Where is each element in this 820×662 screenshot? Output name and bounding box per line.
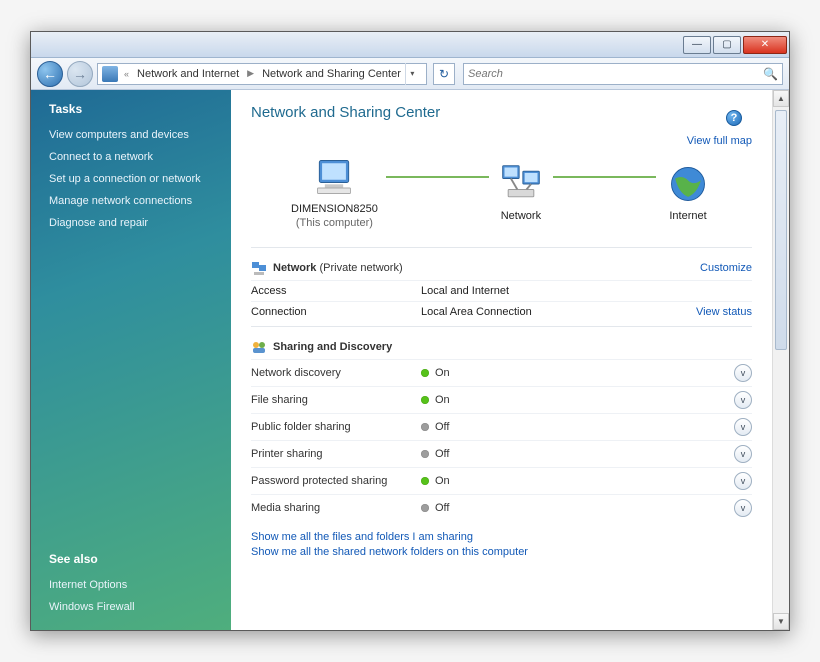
sharing-row-label: Password protected sharing [251, 475, 421, 487]
node-internet-label: Internet [669, 210, 706, 222]
globe-icon [664, 160, 712, 208]
sharing-row-state: Off [421, 421, 449, 433]
sharing-row-state: Off [421, 502, 449, 514]
breadcrumb[interactable]: « Network and Internet ▶ Network and Sha… [97, 63, 427, 85]
sidebar-heading-seealso: See also [49, 552, 231, 566]
view-full-map-link[interactable]: View full map [687, 135, 752, 147]
node-network[interactable]: Network [497, 160, 545, 222]
seealso-windows-firewall[interactable]: Windows Firewall [49, 601, 231, 613]
node-this-computer[interactable]: DIMENSION8250 (This computer) [291, 153, 378, 229]
status-dot-icon [421, 369, 429, 377]
sharing-row-label: File sharing [251, 394, 421, 406]
breadcrumb-dropdown[interactable]: ▾ [405, 63, 419, 85]
sharing-discovery-heading: Sharing and Discovery [273, 341, 392, 353]
scroll-up-button[interactable]: ▲ [773, 90, 789, 107]
sharing-row-state: Off [421, 448, 449, 460]
network-type: (Private network) [319, 262, 402, 274]
view-status-link[interactable]: View status [696, 306, 752, 318]
content: ▲ ▼ ? Network and Sharing Center View fu… [231, 90, 789, 630]
scroll-thumb[interactable] [775, 110, 787, 350]
connection-label: Connection [251, 306, 421, 318]
breadcrumb-sharing-center[interactable]: Network and Sharing Center [258, 66, 405, 82]
task-connect-network[interactable]: Connect to a network [49, 151, 231, 163]
sharing-row: Network discoveryOn v [251, 359, 752, 386]
expand-button[interactable]: v [734, 499, 752, 517]
status-dot-icon [421, 396, 429, 404]
page-title: Network and Sharing Center [251, 104, 752, 121]
chevron-right-icon: « [120, 69, 133, 79]
status-dot-icon [421, 504, 429, 512]
refresh-button[interactable]: ↻ [433, 63, 455, 85]
expand-button[interactable]: v [734, 418, 752, 436]
sharing-row-label: Media sharing [251, 502, 421, 514]
search-icon: 🔍 [763, 67, 778, 81]
sharing-row-state: On [421, 475, 450, 487]
minimize-button[interactable]: — [683, 36, 711, 54]
maximize-button[interactable]: ▢ [713, 36, 741, 54]
close-button[interactable]: ✕ [743, 36, 787, 54]
task-setup-connection[interactable]: Set up a connection or network [49, 173, 231, 185]
task-manage-connections[interactable]: Manage network connections [49, 195, 231, 207]
task-diagnose-repair[interactable]: Diagnose and repair [49, 217, 231, 229]
sharing-row-label: Printer sharing [251, 448, 421, 460]
seealso-internet-options[interactable]: Internet Options [49, 579, 231, 591]
node-pc-label: DIMENSION8250 [291, 203, 378, 215]
sharing-row: Printer sharingOff v [251, 440, 752, 467]
network-name: Network [273, 262, 316, 274]
map-link-line [553, 176, 656, 178]
back-button[interactable]: ← [37, 61, 63, 87]
sharing-row: Media sharingOff v [251, 494, 752, 521]
section-sharing-discovery: Sharing and Discovery Network discoveryO… [251, 326, 752, 521]
status-dot-icon [421, 450, 429, 458]
access-value: Local and Internet [421, 285, 752, 297]
connection-value: Local Area Connection [421, 306, 696, 318]
help-icon[interactable]: ? [726, 110, 742, 126]
sharing-row-label: Network discovery [251, 367, 421, 379]
sharing-row-state: On [421, 367, 450, 379]
access-label: Access [251, 285, 421, 297]
footer-links: Show me all the files and folders I am s… [251, 531, 752, 558]
toolbar: ← → « Network and Internet ▶ Network and… [31, 58, 789, 90]
expand-button[interactable]: v [734, 472, 752, 490]
sharing-row-state: On [421, 394, 450, 406]
map-link-line [386, 176, 489, 178]
status-dot-icon [421, 423, 429, 431]
sharing-row: File sharingOn v [251, 386, 752, 413]
window: — ▢ ✕ ← → « Network and Internet ▶ Netwo… [30, 31, 790, 631]
node-network-label: Network [501, 210, 541, 222]
node-internet[interactable]: Internet [664, 160, 712, 222]
chevron-right-icon: ▶ [243, 68, 258, 79]
sharing-icon [251, 339, 267, 355]
customize-link[interactable]: Customize [700, 262, 752, 274]
scrollbar[interactable]: ▲ ▼ [772, 90, 789, 630]
show-sharing-files-link[interactable]: Show me all the files and folders I am s… [251, 531, 473, 543]
titlebar: — ▢ ✕ [31, 32, 789, 58]
node-pc-sublabel: (This computer) [296, 217, 373, 229]
expand-button[interactable]: v [734, 364, 752, 382]
body: Tasks View computers and devices Connect… [31, 90, 789, 630]
task-view-computers[interactable]: View computers and devices [49, 129, 231, 141]
sharing-row: Password protected sharingOn v [251, 467, 752, 494]
control-panel-icon [102, 66, 118, 82]
section-network: Network (Private network) Customize Acce… [251, 247, 752, 322]
network-map: DIMENSION8250 (This computer) Network In… [251, 147, 752, 243]
search-box[interactable]: 🔍 [463, 63, 783, 85]
expand-button[interactable]: v [734, 391, 752, 409]
sharing-row-label: Public folder sharing [251, 421, 421, 433]
computer-icon [310, 153, 358, 201]
breadcrumb-network-internet[interactable]: Network and Internet [133, 66, 243, 82]
network-small-icon [251, 260, 267, 276]
sidebar-heading-tasks: Tasks [49, 102, 231, 116]
sharing-row: Public folder sharingOff v [251, 413, 752, 440]
expand-button[interactable]: v [734, 445, 752, 463]
sidebar: Tasks View computers and devices Connect… [31, 90, 231, 630]
scroll-down-button[interactable]: ▼ [773, 613, 789, 630]
status-dot-icon [421, 477, 429, 485]
show-shared-folders-link[interactable]: Show me all the shared network folders o… [251, 546, 528, 558]
search-input[interactable] [468, 68, 763, 80]
network-hub-icon [497, 160, 545, 208]
forward-button[interactable]: → [67, 61, 93, 87]
